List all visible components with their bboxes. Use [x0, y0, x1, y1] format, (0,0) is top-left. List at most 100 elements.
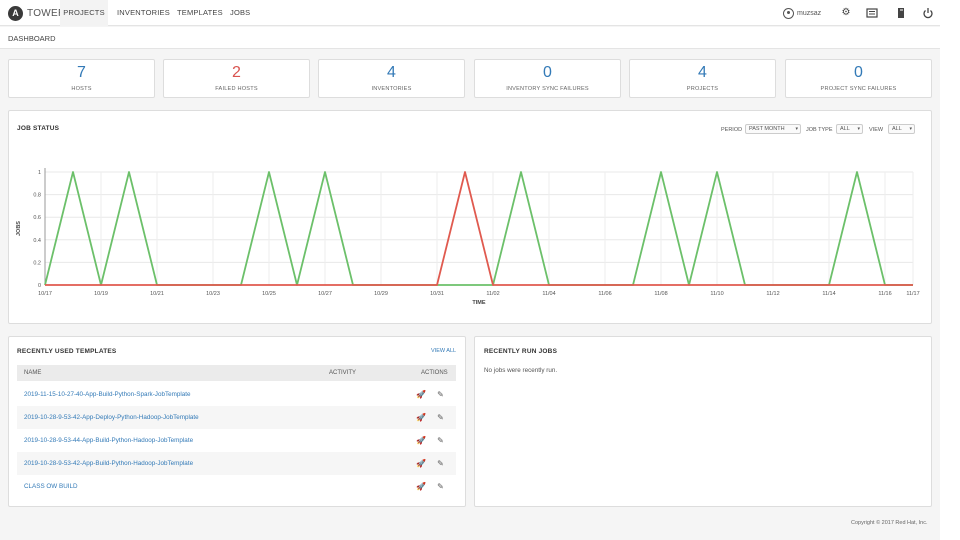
gear-icon[interactable]: ⚙ — [840, 7, 852, 19]
template-link[interactable]: CLASS OW BUILD — [24, 483, 78, 490]
edit-pencil-icon[interactable]: ✎ — [436, 413, 445, 422]
edit-pencil-icon[interactable]: ✎ — [436, 482, 445, 491]
launch-rocket-icon[interactable]: 🚀 — [416, 459, 426, 468]
column-actions: ACTIONS — [421, 370, 448, 376]
nav-inventories[interactable]: INVENTORIES — [117, 0, 170, 26]
x-tick-label: 11/04 — [542, 291, 555, 297]
count-hosts[interactable]: 7 HOSTS — [8, 59, 155, 98]
edit-pencil-icon[interactable]: ✎ — [436, 436, 445, 445]
count-label: INVENTORY SYNC FAILURES — [506, 86, 589, 92]
x-tick-label: 11/16 — [878, 291, 891, 297]
job-status-title: JOB STATUS — [17, 125, 60, 132]
breadcrumb: DASHBOARD — [8, 34, 56, 43]
view-select[interactable]: ALL ▾ — [888, 124, 915, 134]
y-tick-label: 1 — [38, 170, 41, 176]
edit-pencil-icon[interactable]: ✎ — [436, 459, 445, 468]
nav-templates[interactable]: TEMPLATES — [177, 0, 223, 26]
column-name[interactable]: NAME — [24, 370, 41, 376]
recent-jobs-title: RECENTLY RUN JOBS — [484, 348, 558, 355]
y-tick-label: 0.8 — [33, 193, 41, 199]
edit-pencil-icon[interactable]: ✎ — [436, 390, 445, 399]
launch-rocket-icon[interactable]: 🚀 — [416, 482, 426, 491]
job-status-chart: 0 0.2 0.4 0.6 0.8 1 10/17 10/19 10/21 10/23 10/25 1… — [16, 168, 920, 306]
count-label: INVENTORIES — [371, 86, 412, 92]
job-type-label: JOB TYPE — [806, 127, 833, 133]
template-link[interactable]: 2019-11-15-10-27-40-App-Build-Python-Spa… — [24, 391, 191, 398]
nav-projects[interactable]: PROJECTS — [60, 0, 108, 26]
activity-stream-icon[interactable] — [866, 7, 878, 19]
count-inventories[interactable]: 4 INVENTORIES — [318, 59, 465, 98]
column-activity: ACTIVITY — [329, 370, 357, 376]
view-label: VIEW — [869, 127, 884, 133]
recent-templates-title: RECENTLY USED TEMPLATES — [17, 348, 117, 355]
count-value: 7 — [77, 64, 86, 81]
template-link[interactable]: 2019-10-28-9-53-42-App-Deploy-Python-Had… — [24, 414, 199, 421]
app: A TOWER PROJECTS INVENTORIES TEMPLATES J… — [0, 0, 940, 540]
launch-rocket-icon[interactable]: 🚀 — [416, 436, 426, 445]
y-axis-title: JOBS — [16, 221, 22, 236]
template-link[interactable]: 2019-10-28-9-53-42-App-Build-Python-Hado… — [24, 460, 193, 467]
template-link[interactable]: 2019-10-28-9-53-44-App-Build-Python-Hado… — [24, 437, 193, 444]
count-label: PROJECT SYNC FAILURES — [820, 86, 897, 92]
period-value: PAST MONTH — [749, 126, 785, 132]
x-tick-label: 11/06 — [598, 291, 611, 297]
period-label: PERIOD — [721, 127, 743, 133]
count-label: HOSTS — [71, 86, 92, 92]
table-row: 2019-10-28-9-53-42-App-Deploy-Python-Had… — [17, 406, 456, 429]
launch-rocket-icon[interactable]: 🚀 — [416, 390, 426, 399]
count-label: FAILED HOSTS — [215, 86, 258, 92]
count-value: 2 — [232, 64, 241, 81]
x-tick-label: 10/27 — [318, 291, 332, 297]
period-select[interactable]: PAST MONTH ▾ — [745, 124, 801, 134]
count-label: PROJECTS — [686, 86, 719, 92]
x-tick-label: 11/17 — [906, 291, 919, 297]
count-project-sync-failures[interactable]: 0 PROJECT SYNC FAILURES — [785, 59, 932, 98]
job-type-value: ALL — [840, 126, 850, 132]
count-value: 0 — [854, 64, 863, 81]
top-nav: A TOWER PROJECTS INVENTORIES TEMPLATES J… — [0, 0, 940, 26]
user-menu[interactable]: muzsaz — [783, 0, 821, 26]
x-tick-label: 10/29 — [374, 291, 388, 297]
table-row: 2019-10-28-9-53-44-App-Build-Python-Hado… — [17, 429, 456, 452]
x-tick-label: 10/31 — [430, 291, 444, 297]
x-tick-label: 11/02 — [486, 291, 499, 297]
nav-jobs[interactable]: JOBS — [230, 0, 250, 26]
x-tick-label: 10/19 — [94, 291, 108, 297]
user-icon — [783, 7, 794, 19]
no-jobs-text: No jobs were recently run. — [484, 367, 558, 374]
count-value: 4 — [698, 64, 707, 81]
breadcrumb-bar: DASHBOARD — [0, 27, 940, 49]
x-tick-label: 11/14 — [822, 291, 835, 297]
recent-jobs-panel — [474, 336, 932, 507]
count-inventory-sync-failures[interactable]: 0 INVENTORY SYNC FAILURES — [474, 59, 621, 98]
x-tick-label: 10/23 — [206, 291, 220, 297]
y-tick-label: 0.2 — [33, 260, 41, 266]
chevron-down-icon: ▾ — [857, 126, 860, 132]
x-tick-label: 10/17 — [38, 291, 52, 297]
view-all-link[interactable]: VIEW ALL — [431, 348, 456, 354]
count-value: 4 — [387, 64, 396, 81]
tower-logo[interactable]: A TOWER — [8, 3, 66, 23]
username: muzsaz — [797, 9, 822, 17]
count-failed-hosts[interactable]: 2 FAILED HOSTS — [163, 59, 310, 98]
launch-rocket-icon[interactable]: 🚀 — [416, 413, 426, 422]
failed-jobs-line — [45, 171, 913, 286]
table-row: 2019-11-15-10-27-40-App-Build-Python-Spa… — [17, 383, 456, 406]
x-tick-label: 10/21 — [150, 291, 164, 297]
view-value: ALL — [892, 126, 902, 132]
y-tick-label: 0 — [38, 283, 41, 289]
chevron-down-icon: ▾ — [909, 126, 912, 132]
x-tick-label: 10/25 — [262, 291, 276, 297]
job-type-select[interactable]: ALL ▾ — [836, 124, 863, 134]
y-tick-label: 0.6 — [33, 215, 41, 221]
y-tick-label: 0.4 — [33, 238, 41, 244]
count-value: 0 — [543, 64, 552, 81]
count-projects[interactable]: 4 PROJECTS — [629, 59, 776, 98]
x-tick-label: 11/08 — [654, 291, 667, 297]
x-tick-label: 11/10 — [710, 291, 723, 297]
table-header: NAME ACTIVITY ACTIONS — [17, 365, 456, 381]
power-icon[interactable] — [922, 7, 934, 19]
ansible-logo-icon: A — [8, 5, 23, 21]
docs-icon[interactable] — [895, 7, 907, 19]
copyright: Copyright © 2017 Red Hat, Inc. — [851, 520, 928, 526]
